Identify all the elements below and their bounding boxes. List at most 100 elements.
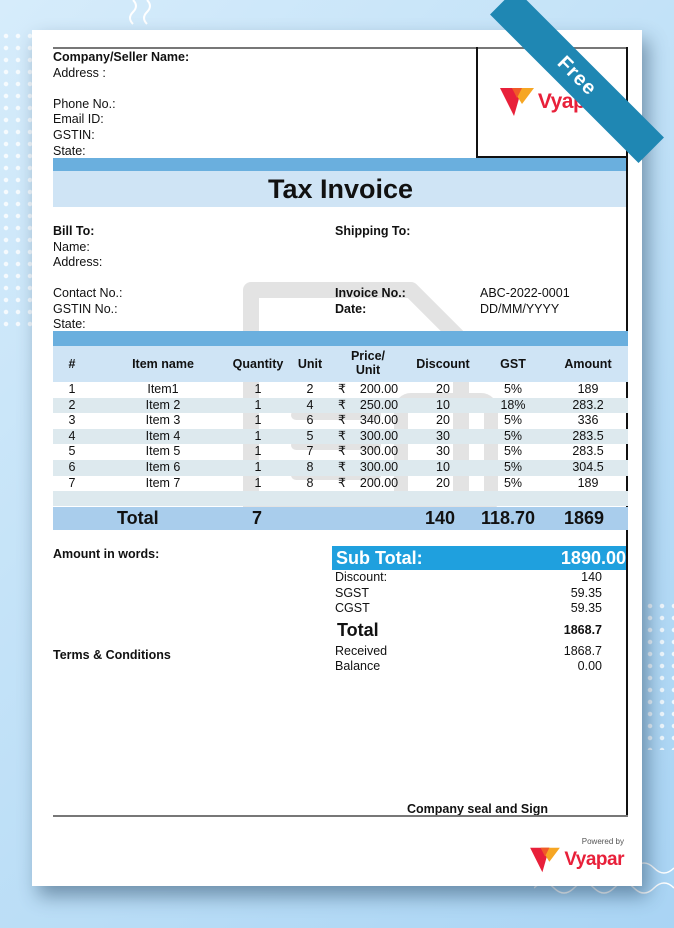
sgst-label: SGST <box>335 585 370 600</box>
contact-label: Contact No.: <box>53 286 123 300</box>
cgst-label: CGST <box>335 601 370 616</box>
cell-number: 4 <box>68 428 76 443</box>
cell-gst: 18% <box>500 397 526 412</box>
seller-state-label: State: <box>53 143 86 158</box>
invoice-values: ABC-2022-0001 DD/MM/YYYY <box>480 286 570 317</box>
table-row: 3 Item 3 1 6 ₹340.00 20 5% 336 <box>53 413 628 429</box>
cell-number: 6 <box>68 459 76 474</box>
received-value: 1868.7 <box>563 643 602 658</box>
col-header-discount: Discount <box>416 357 470 371</box>
header-band <box>53 158 628 171</box>
col-header-gst: GST <box>500 357 526 371</box>
currency-icon: ₹ <box>338 382 346 396</box>
cell-price: 250.00 <box>359 397 399 412</box>
cell-amount: 304.5 <box>572 459 604 474</box>
cell-discount: 10 <box>436 459 450 474</box>
table-row: 5 Item 5 1 7 ₹300.00 30 5% 283.5 <box>53 444 628 460</box>
cell-price: 200.00 <box>359 475 399 490</box>
cell-number: 2 <box>68 397 76 412</box>
cell-amount: 189 <box>577 382 599 396</box>
total-gst: 118.70 <box>481 508 536 528</box>
discount-value: 140 <box>581 570 602 584</box>
cell-quantity: 1 <box>254 475 262 490</box>
cell-unit: 2 <box>306 382 314 396</box>
invoice-number-label: Invoice No.: <box>335 286 406 300</box>
cell-item-name: Item1 <box>147 382 179 396</box>
background-dots <box>644 600 674 750</box>
table-row: 7 Item 7 1 8 ₹200.00 20 5% 189 <box>53 476 628 492</box>
currency-icon: ₹ <box>338 459 346 474</box>
cell-quantity: 1 <box>254 413 262 428</box>
cell-amount: 283.5 <box>572 428 604 443</box>
powered-by-vyapar: Powered by Vyapar <box>530 837 624 874</box>
cgst-row: CGST 59.35 <box>332 601 626 617</box>
received-row: Received 1868.7 <box>332 644 626 660</box>
currency-icon: ₹ <box>338 413 346 428</box>
cell-unit: 5 <box>306 428 314 443</box>
seller-details: Company/Seller Name: Address : Phone No.… <box>53 50 476 158</box>
cell-gst: 5% <box>503 428 523 443</box>
col-header-number: # <box>68 357 76 371</box>
invoice-title: Tax Invoice <box>53 171 628 207</box>
items-table-header: # Item name Quantity Unit Price/Unit Dis… <box>53 346 628 382</box>
seller-name-label: Company/Seller Name: <box>53 50 190 64</box>
cgst-value: 59.35 <box>570 601 602 616</box>
cell-unit: 8 <box>306 475 314 490</box>
vyapar-logo-icon <box>530 847 561 873</box>
cell-item-name: Item 5 <box>145 444 181 459</box>
gstin-label: GSTIN No.: <box>53 301 118 316</box>
cell-unit: 4 <box>306 397 314 412</box>
cell-quantity: 1 <box>254 459 262 474</box>
cell-discount: 10 <box>436 397 450 412</box>
table-row: 6 Item 6 1 8 ₹300.00 10 5% 304.5 <box>53 459 628 476</box>
table-row: 2 Item 2 1 4 ₹250.00 10 18% 283.2 <box>53 397 628 414</box>
cell-discount: 20 <box>436 475 450 490</box>
received-label: Received <box>335 643 388 658</box>
total-quantity: 7 <box>252 508 263 528</box>
cell-unit: 6 <box>306 413 314 428</box>
items-table-body: 1 Item1 1 2 ₹200.00 20 5% 189 2 Item 2 1 4 ₹250.00 10… <box>53 382 628 507</box>
cell-quantity: 1 <box>254 444 262 459</box>
col-header-unit: Unit <box>297 357 323 371</box>
cell-quantity: 1 <box>254 428 262 443</box>
cell-price: 340.00 <box>359 413 399 428</box>
terms-label: Terms & Conditions <box>53 648 171 662</box>
cell-number: 5 <box>68 444 76 459</box>
amount-in-words-label: Amount in words: <box>53 547 160 561</box>
summary-panel: Sub Total: 1890.00 Discount: 140 SGST 59… <box>332 546 626 675</box>
balance-row: Balance 0.00 <box>332 659 626 675</box>
powered-by-text: Powered by <box>581 837 624 846</box>
balance-value: 0.00 <box>577 659 602 674</box>
subtotal-value: 1890.00 <box>560 548 626 568</box>
cell-price: 300.00 <box>359 444 399 459</box>
cell-number: 1 <box>68 382 76 396</box>
invoice-date: DD/MM/YYYY <box>480 301 560 316</box>
cell-number: 3 <box>68 413 76 428</box>
invoice-date-label: Date: <box>335 301 367 316</box>
cell-amount: 283.2 <box>572 397 604 412</box>
table-row: 4 Item 4 1 5 ₹300.00 30 5% 283.5 <box>53 428 628 445</box>
cell-amount: 189 <box>577 475 599 490</box>
subtotal-label: Sub Total: <box>336 548 423 568</box>
cell-discount: 20 <box>436 413 450 428</box>
cell-unit: 8 <box>306 459 314 474</box>
seller-address-label: Address : <box>53 65 106 80</box>
invoice-labels: Invoice No.: Date: <box>335 286 406 317</box>
total-label: Total <box>117 508 159 528</box>
discount-row: Discount: 140 <box>332 570 626 586</box>
bill-to-address-label: Address: <box>53 255 103 270</box>
cell-number: 7 <box>68 475 76 490</box>
cell-amount: 283.5 <box>572 444 604 459</box>
cell-discount: 30 <box>436 444 450 459</box>
col-header-price: Price/Unit <box>350 349 386 377</box>
subtotal-row: Sub Total: 1890.00 <box>332 546 626 570</box>
squiggle-decoration <box>129 0 151 25</box>
cell-item-name: Item 7 <box>145 475 181 490</box>
sgst-value: 59.35 <box>570 585 602 600</box>
bill-to-contact-block: Contact No.: GSTIN No.: State: <box>53 286 122 333</box>
balance-label: Balance <box>335 659 381 674</box>
shipping-to-heading: Shipping To: <box>335 224 411 238</box>
bottom-rule <box>53 815 628 817</box>
table-top-band <box>53 331 628 346</box>
cell-price: 300.00 <box>359 459 399 474</box>
